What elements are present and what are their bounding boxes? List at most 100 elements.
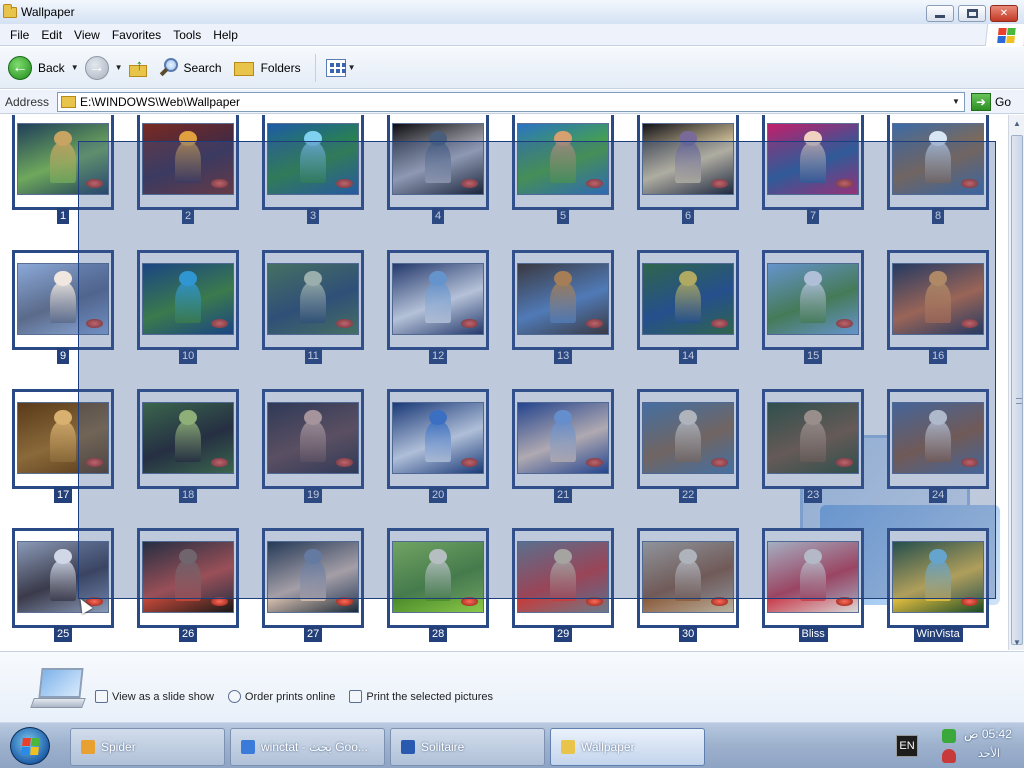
folders-label: Folders <box>260 60 301 75</box>
picture-tasks-bar: View as a slide show Order prints online… <box>0 651 1024 722</box>
menu-favorites[interactable]: Favorites <box>106 28 167 42</box>
laptop-icon <box>30 668 88 716</box>
thumbnail-label[interactable]: WinVista <box>913 626 963 642</box>
toolbar: ← Back ▼ → ▼ ↑ Search Folders ▼ <box>0 47 1024 89</box>
thumbnail-label[interactable]: 17 <box>54 487 73 503</box>
thumbnail-label[interactable]: 9 <box>57 348 70 364</box>
folder-icon <box>561 740 575 754</box>
thumbnail-figure <box>50 282 76 323</box>
order-prints-link[interactable]: Order prints online <box>227 690 336 703</box>
vertical-scrollbar[interactable]: ▲ ▼ <box>1008 115 1024 650</box>
taskbar-item-browser[interactable]: winctat - بحث Goo... <box>230 728 385 766</box>
maximize-icon <box>966 9 978 18</box>
search-icon <box>159 57 181 79</box>
minimize-icon <box>935 15 945 18</box>
taskbar-item-label: Solitaire <box>421 740 465 754</box>
address-value[interactable]: E:\WINDOWS\Web\Wallpaper <box>80 95 240 109</box>
forward-button[interactable]: → <box>84 55 109 80</box>
scroll-down-icon[interactable]: ▼ <box>1010 634 1024 650</box>
search-label: Search <box>183 60 222 75</box>
thumbnail-figure <box>50 560 76 601</box>
maximize-button[interactable] <box>958 5 986 22</box>
forward-arrow-icon: → <box>84 55 109 80</box>
folders-button[interactable]: Folders <box>233 59 301 77</box>
address-label: Address <box>5 94 50 109</box>
scrollbar-grip-icon <box>1016 398 1022 404</box>
menu-help[interactable]: Help <box>207 28 244 42</box>
thumbnail-label[interactable]: 30 <box>679 626 698 642</box>
window-title: Wallpaper <box>21 5 75 19</box>
solitaire-icon <box>401 740 415 754</box>
scroll-up-icon[interactable]: ▲ <box>1010 115 1024 131</box>
menu-tools[interactable]: Tools <box>167 28 207 42</box>
thumbnail-label[interactable]: 27 <box>304 626 323 642</box>
taskbar-item-label: winctat - بحث Goo... <box>261 740 368 754</box>
taskbar-item-solitaire[interactable]: Solitaire <box>390 728 545 766</box>
thumbnail-label[interactable]: 25 <box>54 626 73 642</box>
views-dropdown-icon: ▼ <box>347 63 356 72</box>
up-folder-button[interactable]: ↑ <box>128 57 151 79</box>
printer-icon <box>349 690 363 703</box>
thumbnail-label[interactable]: 29 <box>554 626 573 642</box>
slideshow-label: View as a slide show <box>112 690 214 703</box>
up-folder-icon: ↑ <box>128 57 151 79</box>
thumbnail-view[interactable]: 1 2 3 4 5 6 7 8 9 10 11 12 13 14 15 16 17 18 19 20 21 22 23 24 2… <box>0 115 1008 650</box>
address-dropdown-icon[interactable]: ▼ <box>948 93 964 111</box>
minimize-button[interactable] <box>926 5 954 22</box>
back-button[interactable]: ← Back <box>8 55 65 80</box>
start-button[interactable] <box>10 727 50 765</box>
order-prints-label: Order prints online <box>244 690 336 703</box>
folder-icon <box>3 3 17 18</box>
toolbar-separator <box>314 53 316 82</box>
thumbnail-figure <box>50 142 76 183</box>
clock-time[interactable]: 05:42 ص <box>964 727 1012 741</box>
thumbnail-label[interactable]: Bliss <box>798 626 828 642</box>
thumbnail-label[interactable]: 28 <box>429 626 448 642</box>
back-label: Back <box>38 60 65 75</box>
slideshow-icon <box>95 690 108 703</box>
close-button[interactable]: ✕ <box>990 5 1018 22</box>
windows-flag-icon <box>21 738 41 755</box>
menu-bar: File Edit View Favorites Tools Help <box>0 24 1024 46</box>
menu-view[interactable]: View <box>68 28 106 42</box>
folders-icon <box>233 59 256 77</box>
clock-day: الأحد <box>978 748 1000 760</box>
go-arrow-icon: ➜ <box>971 92 991 111</box>
address-bar: Address E:\WINDOWS\Web\Wallpaper ▼ ➜ Go <box>0 90 1024 114</box>
go-label: Go <box>995 94 1012 109</box>
thumbnail-figure <box>50 421 76 462</box>
close-icon: ✕ <box>999 8 1009 19</box>
browser-icon <box>241 740 255 754</box>
taskbar-item-label: Spider <box>101 740 136 754</box>
forward-history-dropdown-icon[interactable]: ▼ <box>115 63 123 72</box>
thumbnail-label[interactable]: 26 <box>179 626 198 642</box>
views-button[interactable]: ▼ <box>325 58 362 77</box>
language-indicator[interactable]: EN <box>896 735 918 757</box>
back-arrow-icon: ← <box>8 55 32 80</box>
print-link[interactable]: Print the selected pictures <box>349 690 493 703</box>
security-shield-icon[interactable] <box>942 749 956 763</box>
search-button[interactable]: Search <box>159 57 222 79</box>
back-history-dropdown-icon[interactable]: ▼ <box>71 63 79 72</box>
spider-solitaire-icon <box>81 740 95 754</box>
order-prints-icon <box>227 690 241 703</box>
network-icon[interactable] <box>942 729 956 743</box>
scrollbar-thumb[interactable] <box>1011 135 1023 645</box>
menu-edit[interactable]: Edit <box>35 28 68 42</box>
taskbar-item-spider[interactable]: Spider <box>70 728 225 766</box>
address-field[interactable]: E:\WINDOWS\Web\Wallpaper ▼ <box>57 91 965 112</box>
window-controls: ✕ <box>926 5 1018 22</box>
thumbnail-label[interactable]: 1 <box>57 208 70 224</box>
menu-file[interactable]: File <box>4 28 35 42</box>
folder-icon <box>61 95 76 108</box>
selection-rectangle <box>78 141 996 599</box>
taskbar-item-label: Wallpaper <box>581 740 635 754</box>
go-button[interactable]: ➜ Go <box>971 92 1012 111</box>
taskbar-item-wallpaper[interactable]: Wallpaper <box>550 728 705 766</box>
print-label: Print the selected pictures <box>366 690 493 703</box>
slideshow-link[interactable]: View as a slide show <box>95 690 214 703</box>
windows-logo-icon <box>984 24 1024 46</box>
title-bar[interactable]: Wallpaper ✕ <box>0 0 1024 24</box>
views-icon <box>325 58 346 77</box>
taskbar: Spider winctat - بحث Goo... Solitaire Wa… <box>0 722 1024 768</box>
